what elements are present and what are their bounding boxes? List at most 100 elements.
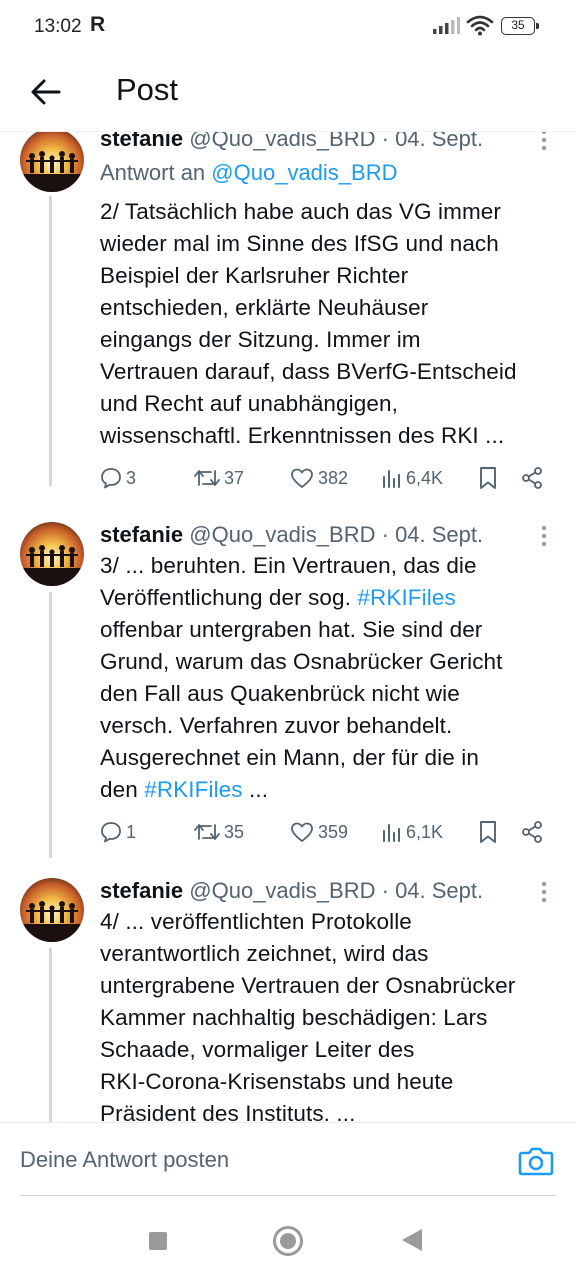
tweet-text-line: Schaade, vormaliger Leiter des <box>100 1037 415 1062</box>
share-icon <box>522 821 542 843</box>
hashtag-link[interactable]: #RKIFiles <box>357 585 455 610</box>
tweet-text-line: verantwortlich zeichnet, wird das <box>100 941 429 966</box>
more-options-icon[interactable] <box>532 524 556 548</box>
more-options-icon[interactable] <box>532 132 556 152</box>
author-name[interactable]: stefanie <box>100 878 183 903</box>
more-options-icon[interactable] <box>532 880 556 904</box>
views-icon <box>383 824 400 842</box>
tweet-text-line: Grund, warum das Osnabrücker Gericht <box>100 649 503 674</box>
tweet-date[interactable]: 04. Sept. <box>395 522 483 547</box>
r-icon: R <box>90 13 106 36</box>
bookmark-button[interactable] <box>478 817 498 847</box>
tweet-date[interactable]: 04. Sept. <box>395 878 483 903</box>
share-button[interactable] <box>520 463 544 493</box>
tweet-text-line: 2/ Tatsächlich habe auch das VG immer <box>100 199 501 224</box>
repost-icon <box>194 824 220 840</box>
views-count: 6,4K <box>406 467 444 488</box>
author-handle[interactable]: @Quo_vadis_BRD <box>189 132 375 151</box>
like-count: 359 <box>318 821 349 842</box>
tweet-header: stefanie @Quo_vadis_BRD · 04. Sept. <box>100 132 520 154</box>
bookmark-button[interactable] <box>478 463 498 493</box>
page-title: Post <box>116 72 179 107</box>
tweet-text: 3/ ... beruhten. Ein Vertrauen, das die … <box>100 550 566 806</box>
tweet-text-line: Veröffentlichung der sog. #RKIFiles <box>100 582 566 614</box>
views-icon <box>383 470 400 488</box>
views-count: 6,1K <box>406 821 444 842</box>
tweet-text-line: offenbar untergraben hat. Sie sind der <box>100 617 483 642</box>
reply-mention-link[interactable]: @Quo_vadis_BRD <box>211 160 397 185</box>
thread-line <box>49 592 52 858</box>
like-button[interactable]: 359 <box>290 817 348 847</box>
system-nav-bar <box>0 1198 576 1280</box>
reply-button[interactable]: 3 <box>100 463 136 493</box>
reply-button[interactable]: 1 <box>100 817 136 847</box>
avatar[interactable] <box>20 132 84 192</box>
tweet-card[interactable]: stefanie @Quo_vadis_BRD · 04. Sept. Antw… <box>0 132 576 504</box>
avatar[interactable] <box>20 522 84 586</box>
top-app-bar: Post <box>0 56 576 132</box>
wifi-icon <box>466 14 494 41</box>
tweet-date[interactable]: 04. Sept. <box>395 132 483 151</box>
author-name[interactable]: stefanie <box>100 132 183 151</box>
tweet-text-line: untergrabene Vertrauen der Osnabrücker <box>100 973 516 998</box>
signal-icon <box>432 17 460 40</box>
thread-line <box>49 948 52 1122</box>
separator-dot: · <box>381 132 389 151</box>
separator-dot: · <box>381 522 389 547</box>
repost-count: 37 <box>224 467 245 488</box>
tweet-text: 2/ Tatsächlich habe auch das VG immer wi… <box>100 196 566 452</box>
heart-icon <box>291 468 313 488</box>
avatar[interactable] <box>20 878 84 942</box>
tweet-text-fragment: ... <box>242 777 269 802</box>
thread-line <box>49 196 52 486</box>
reply-count: 3 <box>126 467 137 488</box>
heart-icon <box>291 822 313 842</box>
recents-square-icon[interactable] <box>149 1232 167 1250</box>
reply-count: 1 <box>126 821 137 842</box>
tweet-text-fragment: den <box>100 777 145 802</box>
tweet-card[interactable]: stefanie @Quo_vadis_BRD · 04. Sept. 4/ .… <box>0 876 576 1122</box>
author-name[interactable]: stefanie <box>100 522 183 547</box>
thread-feed[interactable]: stefanie @Quo_vadis_BRD · 04. Sept. Antw… <box>0 132 576 1122</box>
tweet-text-line: Präsident des Instituts. ... <box>100 1101 356 1122</box>
tweet-text-line: Ausgerechnet ein Mann, der für die in <box>100 745 479 770</box>
repost-icon <box>194 470 220 486</box>
back-triangle-icon[interactable] <box>402 1229 422 1251</box>
home-circle-icon[interactable] <box>273 1226 303 1256</box>
reply-composer: Deine Antwort posten <box>0 1122 576 1198</box>
tweet-text-line: wissenschaftl. Erkenntnissen des RKI ... <box>100 423 505 448</box>
reply-divider <box>20 1195 556 1196</box>
tweet-actions: 1 35 359 6,1K <box>100 817 556 847</box>
share-button[interactable] <box>520 817 544 847</box>
bookmark-icon <box>480 821 496 843</box>
tweet-text-line: versch. Verfahren zuvor behandelt. <box>100 713 453 738</box>
reply-to-label: Antwort an @Quo_vadis_BRD <box>100 158 398 188</box>
author-handle[interactable]: @Quo_vadis_BRD <box>189 522 375 547</box>
separator-dot: · <box>381 878 389 903</box>
author-handle[interactable]: @Quo_vadis_BRD <box>189 878 375 903</box>
tweet-text-fragment: Veröffentlichung der sog. <box>100 585 358 610</box>
share-icon <box>522 467 542 489</box>
reply-prefix: Antwort an <box>100 160 206 185</box>
hashtag-link[interactable]: #RKIFiles <box>144 777 242 802</box>
tweet-actions: 3 37 382 6,4K <box>100 463 556 493</box>
reply-input[interactable]: Deine Antwort posten <box>20 1147 229 1173</box>
views-button[interactable]: 6,4K <box>382 463 443 493</box>
back-button[interactable] <box>26 72 66 112</box>
tweet-text: 4/ ... veröffentlichten Protokolle veran… <box>100 906 566 1122</box>
tweet-text-line: Vertrauen darauf, dass BVerfG-Entscheid <box>100 359 517 384</box>
tweet-header: stefanie @Quo_vadis_BRD · 04. Sept. <box>100 876 520 906</box>
tweet-text-line: entschieden, erklärte Neuhäuser <box>100 295 429 320</box>
tweet-text-line: den #RKIFiles ... <box>100 774 566 806</box>
camera-button[interactable] <box>518 1145 558 1181</box>
tweet-text-line: eingangs der Sitzung. Immer im <box>100 327 421 352</box>
views-button[interactable]: 6,1K <box>382 817 443 847</box>
reply-icon <box>101 822 121 843</box>
tweet-card[interactable]: stefanie @Quo_vadis_BRD · 04. Sept. 3/ .… <box>0 520 576 876</box>
like-button[interactable]: 382 <box>290 463 348 493</box>
repost-button[interactable]: 35 <box>194 817 244 847</box>
tweet-text-line: wieder mal im Sinne des IfSG und nach <box>100 231 499 256</box>
repost-button[interactable]: 37 <box>194 463 244 493</box>
tweet-text-line: 4/ ... veröffentlichten Protokolle <box>100 909 412 934</box>
repost-count: 35 <box>224 821 245 842</box>
